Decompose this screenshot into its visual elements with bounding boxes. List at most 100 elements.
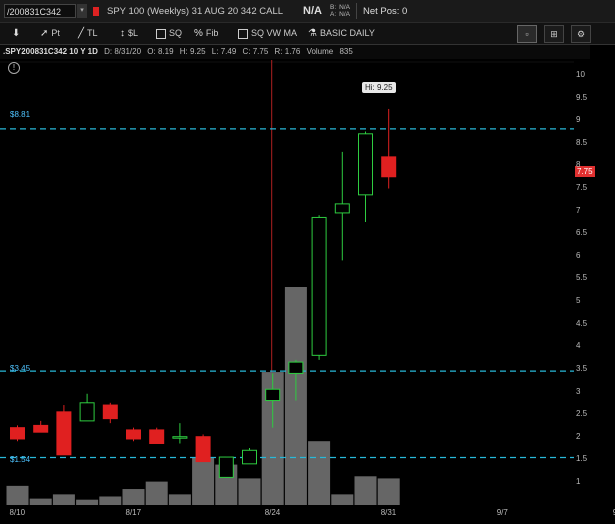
square-icon	[156, 28, 166, 39]
square-tool[interactable]: SQ	[156, 26, 182, 41]
chart-symbol[interactable]: .SPY200831C342 10 Y 1D	[3, 47, 98, 56]
x-tick-label: 8/31	[380, 508, 397, 517]
bar-open: O: 8.19	[147, 47, 174, 56]
y-tick-label: 3	[576, 386, 581, 396]
single-layout-button[interactable]: ▫	[517, 25, 537, 43]
trendline-tool[interactable]: ╱ TL	[78, 26, 98, 41]
y-tick-label: 1	[576, 476, 581, 486]
candle-body	[149, 429, 165, 444]
x-tick-label: 9/7	[496, 508, 508, 517]
volume-bar	[145, 481, 168, 505]
volume-bar	[99, 496, 122, 505]
candle-body	[172, 436, 188, 439]
level-label-low: $1.54	[10, 455, 31, 464]
study-header: .SPY200831C342 10 Y 1D D: 8/31/20 O: 8.1…	[0, 45, 590, 59]
volume-bar	[377, 478, 400, 505]
style-selector[interactable]: ⚗ BASIC DAILY	[308, 26, 375, 41]
sq-vwma-label: SQ VW MA	[251, 28, 298, 38]
x-tick-label: 8/10	[9, 508, 26, 517]
volume-bar	[354, 476, 377, 505]
candle-body	[242, 449, 257, 465]
bar-close: C: 7.75	[242, 47, 269, 56]
symbol-input[interactable]: /200831C342	[4, 4, 76, 18]
candle-body	[126, 429, 141, 440]
candle-body	[288, 361, 304, 374]
volume-bar	[29, 498, 52, 505]
trendline-icon: ╱	[78, 28, 85, 39]
percent-icon: %	[194, 28, 203, 39]
x-tick-label: 8/17	[125, 508, 142, 517]
volume-bar	[192, 457, 215, 505]
flag-icon[interactable]	[93, 6, 99, 16]
candle-body	[265, 388, 281, 402]
y-tick-label: 10	[576, 70, 585, 80]
y-tick-label: 5	[576, 296, 581, 306]
volume-bar	[6, 485, 29, 505]
candle-body	[33, 424, 49, 433]
price-level-icon: ↕	[120, 28, 125, 39]
style-label: BASIC DAILY	[319, 28, 375, 38]
bid-ask: B: N/A A: N/A	[330, 4, 350, 18]
candle-body	[218, 456, 234, 478]
grid-layout-button[interactable]: ⊞	[544, 25, 564, 43]
y-tick-label: 3.5	[576, 363, 588, 373]
grid-icon: ⊞	[550, 29, 558, 39]
candle-body	[381, 156, 397, 178]
candle-body	[195, 436, 211, 463]
price-level-label: $L	[128, 28, 139, 38]
fib-label: Fib	[205, 28, 219, 38]
bar-date: D: 8/31/20	[104, 47, 142, 56]
volume-bar	[52, 494, 75, 505]
last-price: N/A	[303, 5, 322, 17]
y-tick-label: 8.5	[576, 137, 588, 147]
divider	[355, 3, 357, 19]
bar-range: R: 1.76	[274, 47, 301, 56]
y-tick-label: 9.5	[576, 92, 588, 102]
square-label: SQ	[169, 28, 183, 38]
ask-label: A:	[329, 11, 337, 18]
pin-button[interactable]: ⬇	[12, 26, 20, 41]
candle-body	[311, 216, 327, 356]
trendline-label: TL	[87, 28, 98, 38]
pointer-tool[interactable]: ➚ Pt	[40, 26, 60, 41]
y-tick-label: 2	[576, 431, 581, 441]
y-tick-label: 8	[576, 160, 581, 170]
volume-value: 835	[339, 47, 353, 56]
settings-button[interactable]: ⚙	[571, 25, 591, 43]
volume-bar	[168, 494, 191, 505]
y-tick-label: 4.5	[576, 318, 588, 328]
bid-label: B:	[329, 4, 337, 11]
symbol-dropdown-icon[interactable]: ▾	[77, 4, 87, 18]
y-tick-label: 5.5	[576, 273, 588, 283]
candle-body	[79, 402, 95, 422]
candle-body	[334, 203, 350, 214]
high-bubble: Hi: 9.25	[362, 82, 396, 93]
volume-bar	[331, 494, 354, 505]
instrument-description: SPY 100 (Weeklys) 31 AUG 20 342 CALL	[107, 5, 284, 17]
price-level-tool[interactable]: ↕ $L	[120, 26, 138, 41]
volume-bar	[308, 441, 331, 505]
y-tick-label: 2.5	[576, 409, 588, 419]
sq-vwma-tool[interactable]: SQ VW MA	[238, 26, 297, 41]
flask-icon: ⚗	[308, 28, 317, 39]
settings-icon: ⚙	[576, 29, 586, 39]
y-tick-label: 6.5	[576, 228, 588, 238]
y-tick-label: 7	[576, 205, 581, 215]
ask-value: N/A	[339, 11, 350, 18]
price-chart[interactable]	[0, 45, 615, 524]
drawing-toolbar: ⬇ ➚ Pt ╱ TL ↕ $L SQ % Fib SQ VW MA ⚗ BASIC DA…	[0, 23, 615, 45]
bar-high: H: 9.25	[179, 47, 206, 56]
x-tick-label: 8/24	[264, 508, 281, 517]
pin-icon: ⬇	[12, 28, 21, 39]
bar-low: L: 7.49	[211, 47, 237, 56]
square-icon: ▫	[525, 29, 529, 39]
quote-bar: /200831C342 ▾ SPY 100 (Weeklys) 31 AUG 2…	[0, 0, 615, 23]
fib-tool[interactable]: % Fib	[194, 26, 218, 41]
level-label-mid: $3.45	[10, 364, 31, 373]
y-tick-label: 7.5	[576, 183, 588, 193]
y-tick-label: 1.5	[576, 454, 588, 464]
pointer-label: Pt	[51, 28, 60, 38]
candle-body	[56, 411, 72, 456]
info-icon[interactable]: !	[8, 62, 20, 74]
candle-body	[102, 404, 118, 420]
